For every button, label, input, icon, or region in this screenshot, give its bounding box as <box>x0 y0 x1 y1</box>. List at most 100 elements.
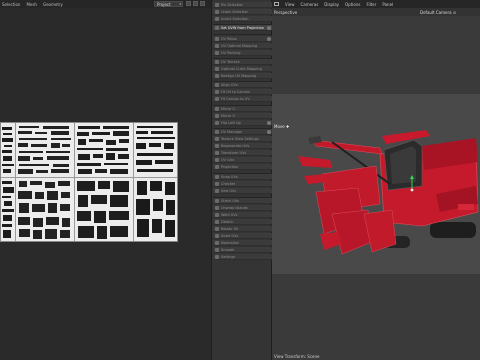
tool-item[interactable]: Settings <box>213 254 272 260</box>
uv-islands-graphic <box>1 123 177 241</box>
tool-item[interactable]: Snap UVs <box>213 174 272 180</box>
tool-label: Pin Selection <box>221 2 244 7</box>
tool-option-icon[interactable] <box>267 36 271 41</box>
tool-item[interactable]: UV Packing <box>213 50 272 56</box>
tool-icon <box>215 205 219 210</box>
tool-label: UV Grid <box>221 157 235 162</box>
tool-item[interactable]: UV Manager <box>213 129 272 135</box>
tool-icon <box>215 150 219 155</box>
tool-item[interactable]: Rotate 90 <box>213 226 272 232</box>
tool-item[interactable]: Unpin Selection <box>213 9 272 15</box>
tool-item[interactable]: Scale UVs <box>213 233 272 239</box>
tool-icon <box>215 233 219 238</box>
tool-item[interactable]: Realign UV Mapping <box>213 73 272 79</box>
track-rear <box>430 222 476 238</box>
viewport-header: Perspective Default Camera ⊙ <box>272 8 480 16</box>
viewport-menu-options[interactable]: Options <box>345 2 360 7</box>
viewport-menu-view[interactable]: View <box>285 2 295 7</box>
tool-label: Flip Left Up <box>221 120 241 125</box>
uv-menu-geometry[interactable]: Geometry <box>43 2 63 7</box>
tool-icon <box>215 226 219 231</box>
tool-item[interactable]: Mirror U <box>213 106 272 112</box>
viewport-menubar: View Cameras Display Options Filter Pane… <box>272 0 480 8</box>
tool-item[interactable]: Fit UV to Canvas <box>213 89 272 95</box>
tool-item[interactable]: Normalize <box>213 240 272 246</box>
tool-icon <box>215 212 219 217</box>
tool-label: Unwrap Islands <box>221 205 248 210</box>
tool-label: Mirror V <box>221 113 235 118</box>
tool-label: Fit UV to Canvas <box>221 89 250 94</box>
uv-tool-icon[interactable] <box>200 1 205 6</box>
3d-viewport[interactable]: View Cameras Display Options Filter Pane… <box>272 0 480 360</box>
viewport-menu-panel[interactable]: Panel <box>382 2 393 7</box>
tool-icon <box>215 2 219 7</box>
uv-editor-panel: Selection Mesh Geometry Project ▾ <box>0 0 211 360</box>
viewport-menu-display[interactable]: Display <box>324 2 339 7</box>
tool-item[interactable]: Smooth <box>213 247 272 253</box>
tool-label: Mirror U <box>221 106 235 111</box>
tool-item[interactable]: Sew UVs <box>213 188 272 194</box>
app-window: Selection Mesh Geometry Project ▾ Pin Se… <box>0 0 480 360</box>
tool-label: Align UVs <box>221 82 238 87</box>
tool-item[interactable]: Detach <box>213 219 272 225</box>
tool-item[interactable]: Transform UVs <box>213 150 272 156</box>
tool-icon <box>215 9 219 14</box>
tool-item[interactable]: Weld UVs <box>213 212 272 218</box>
tool-label: UV Optimal Mapping <box>221 43 258 48</box>
tool-icon <box>215 254 219 259</box>
tool-icon <box>215 174 219 179</box>
tool-item[interactable]: Invert Selection <box>213 16 272 22</box>
tool-label: Stitch UVs <box>221 198 239 203</box>
viewport-layout-icon[interactable] <box>274 2 279 6</box>
viewport-mode-label: Move ✚ <box>274 124 290 129</box>
tool-icon <box>215 36 219 41</box>
tool-icon <box>215 106 219 111</box>
tool-icon <box>215 25 219 30</box>
tool-item[interactable]: Checker <box>213 181 272 187</box>
tool-item[interactable]: Unwrap Islands <box>213 205 272 211</box>
tool-icon <box>215 43 219 48</box>
uv-menu-selection[interactable]: Selection <box>2 2 20 7</box>
tool-item[interactable]: UV Grid <box>213 157 272 163</box>
tool-icon <box>215 240 219 245</box>
uv-menu-mesh[interactable]: Mesh <box>26 2 37 7</box>
tool-icon <box>215 188 219 193</box>
uv-tool-icon[interactable] <box>186 1 191 6</box>
tool-item[interactable]: Optimal Cubic Mapping <box>213 66 272 72</box>
tool-option-icon[interactable] <box>267 25 271 30</box>
tool-item[interactable]: Mirror V <box>213 113 272 119</box>
tool-item[interactable]: Regenerate UVs <box>213 143 272 149</box>
uv-texture-atlas[interactable] <box>0 122 178 242</box>
tool-item[interactable]: UV Optimal Mapping <box>213 43 272 49</box>
tool-item[interactable]: Flip Left Up <box>213 120 272 126</box>
tool-item[interactable]: Texture View Settings <box>213 136 272 142</box>
tool-icon <box>215 129 219 134</box>
uv-dropdown-value: Project <box>157 1 171 7</box>
viewport-perspective-label: Perspective <box>274 9 298 15</box>
chevron-down-icon: ▾ <box>179 2 181 6</box>
tool-icon <box>215 136 219 141</box>
tool-item[interactable]: Pin Selection <box>213 2 272 8</box>
uv-project-dropdown[interactable]: Project ▾ <box>154 1 183 7</box>
tool-item[interactable]: Align UVs <box>213 82 272 88</box>
uv-tool-icon[interactable] <box>193 1 198 6</box>
tool-icon <box>215 143 219 148</box>
tool-label: Fit Canvas to UV <box>221 96 250 101</box>
tool-item[interactable]: UV Relax <box>213 36 272 42</box>
viewport-scene-area[interactable] <box>272 94 480 274</box>
tool-label: Scale UVs <box>221 233 239 238</box>
tool-label: Projection <box>221 164 239 169</box>
viewport-menu-filter[interactable]: Filter <box>366 2 376 7</box>
tool-item[interactable]: UV Terrace <box>213 59 272 65</box>
tool-item[interactable]: Projection <box>213 164 272 170</box>
tool-item[interactable]: Set UVW from Projection <box>213 25 272 31</box>
tool-icon <box>215 73 219 78</box>
viewport-menu-cameras[interactable]: Cameras <box>301 2 319 7</box>
tool-label: Transform UVs <box>221 150 247 155</box>
viewport-camera-label[interactable]: Default Camera ⊙ <box>420 10 456 15</box>
tool-option-icon[interactable] <box>267 120 271 125</box>
tool-option-icon[interactable] <box>267 129 271 134</box>
tool-item[interactable]: Fit Canvas to UV <box>213 96 272 102</box>
tool-icon <box>215 113 219 118</box>
tool-item[interactable]: Stitch UVs <box>213 198 272 204</box>
